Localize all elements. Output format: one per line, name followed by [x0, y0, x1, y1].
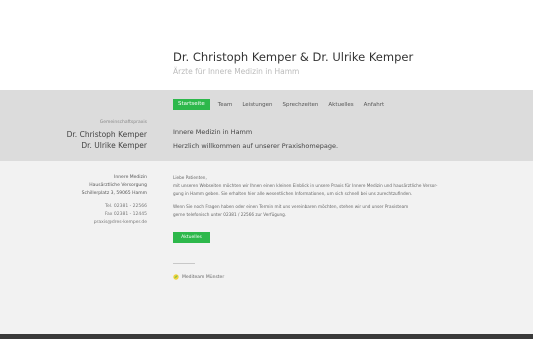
practice-block: Gemeinschaftspraxis Dr. Christoph Kemper… — [67, 120, 147, 151]
mediteam-label[interactable]: Mediteam Münster — [182, 275, 224, 280]
address-text: Schillerplatz 3, 59065 Hamm — [81, 191, 147, 196]
nav-item-startseite[interactable]: Startseite — [173, 99, 210, 110]
divider — [173, 263, 195, 264]
nav-item-aktuelles[interactable]: Aktuelles — [328, 100, 353, 110]
body-line-4: gerne telefonisch unter 02381 / 22566 zu… — [173, 212, 287, 217]
site-header: Dr. Christoph Kemper & Dr. Ulrike Kemper… — [0, 0, 533, 90]
mediteam-link[interactable]: Mediteam Münster — [173, 274, 224, 280]
body-line-1: mit unseren Webseiten möchten wir Ihnen … — [173, 183, 438, 188]
nav-item-team[interactable]: Team — [218, 100, 233, 110]
mediteam-logo-icon — [173, 274, 179, 280]
nav-item-anfahrt[interactable]: Anfahrt — [364, 100, 384, 110]
site-title[interactable]: Dr. Christoph Kemper & Dr. Ulrike Kemper — [173, 50, 413, 64]
fax-text: Fax 02381 - 12445 — [104, 212, 147, 217]
care-text: Hausärztliche Versorgung — [89, 183, 147, 188]
body-line-2: gung in Hamm geben. Sie erhalten hier al… — [173, 191, 413, 196]
footer-bar — [0, 334, 533, 339]
site-subtitle: Ärzte für Innere Medizin in Hamm — [173, 67, 300, 76]
email-link[interactable]: praxis@dres-kemper.de — [82, 219, 147, 227]
main-content: Innere Medizin Hausärztliche Versorgung … — [0, 161, 533, 334]
intro-headline: Innere Medizin in Hamm — [173, 128, 253, 136]
nav-item-sprechzeiten[interactable]: Sprechzeiten — [283, 100, 319, 110]
greeting-text: Liebe Patienten, — [173, 175, 207, 180]
welcome-text: Liebe Patienten, mit unseren Webseiten m… — [173, 174, 493, 219]
practice-label: Gemeinschaftspraxis — [99, 120, 147, 125]
doctor-name-2: Dr. Ulrike Kemper — [81, 141, 147, 150]
doctor-name-1: Dr. Christoph Kemper — [66, 130, 147, 139]
nav-band: Startseite Team Leistungen Sprechzeiten … — [0, 90, 533, 161]
specialty-text: Innere Medizin — [114, 175, 147, 180]
intro-welcome: Herzlich willkommen auf unserer Praxisho… — [173, 142, 339, 150]
contact-sidebar: Innere Medizin Hausärztliche Versorgung … — [82, 174, 147, 227]
aktuelles-button[interactable]: Aktuelles — [173, 232, 210, 243]
body-line-3: Wenn Sie noch Fragen haben oder einen Te… — [173, 204, 409, 209]
phone-text: Tel. 02381 - 22566 — [105, 204, 147, 209]
main-nav: Startseite Team Leistungen Sprechzeiten … — [173, 99, 394, 110]
nav-item-leistungen[interactable]: Leistungen — [242, 100, 272, 110]
